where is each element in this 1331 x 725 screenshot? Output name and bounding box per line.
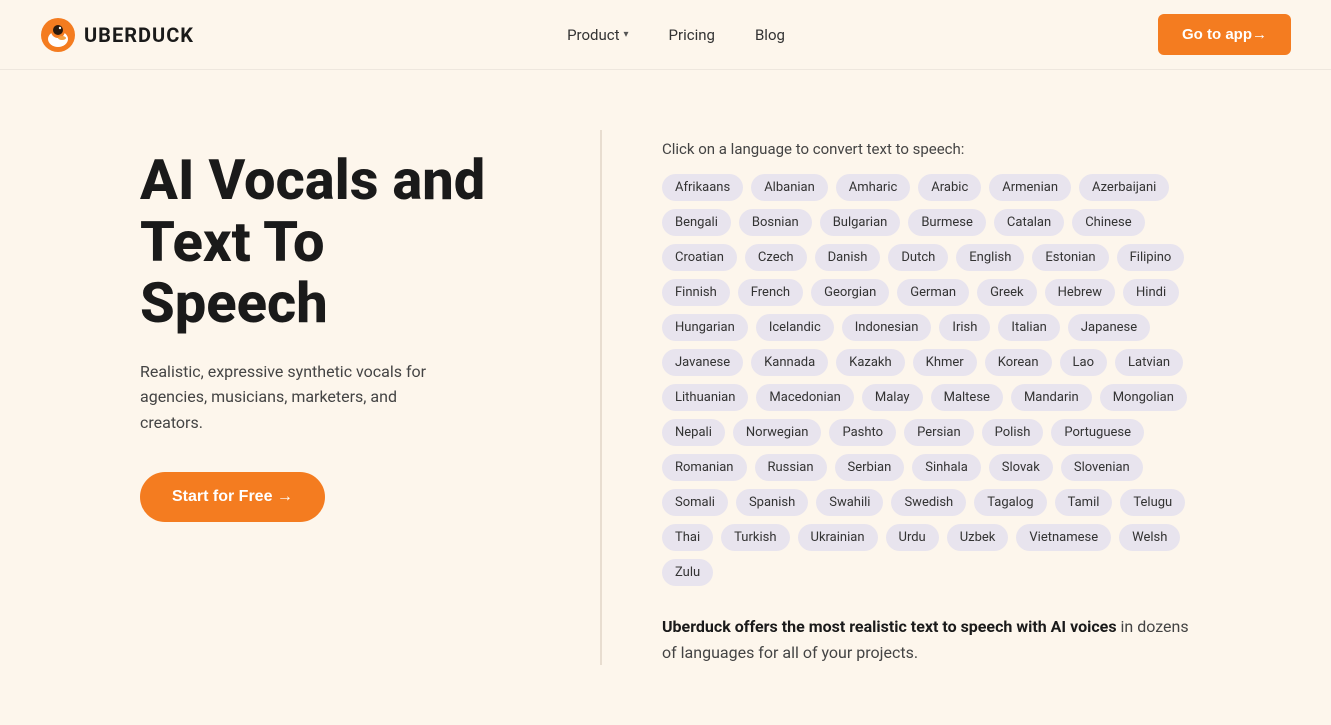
language-tag[interactable]: Italian	[998, 314, 1059, 341]
navbar: UBERDUCK Product ▾ Pricing Blog Go to ap…	[0, 0, 1331, 70]
language-tag[interactable]: Albanian	[751, 174, 828, 201]
language-tag[interactable]: Bulgarian	[820, 209, 901, 236]
language-tag[interactable]: Filipino	[1117, 244, 1185, 271]
hero-right: Click on a language to convert text to s…	[600, 130, 1191, 665]
language-tag[interactable]: Greek	[977, 279, 1037, 306]
language-tag[interactable]: Swahili	[816, 489, 883, 516]
language-tag[interactable]: Indonesian	[842, 314, 932, 341]
language-tag[interactable]: Japanese	[1068, 314, 1150, 341]
hero-title: AI Vocals and Text To Speech	[140, 150, 520, 335]
start-free-button[interactable]: Start for Free →	[140, 472, 325, 522]
language-tag[interactable]: Telugu	[1120, 489, 1185, 516]
language-tag[interactable]: Persian	[904, 419, 974, 446]
language-tag[interactable]: Khmer	[913, 349, 977, 376]
language-tag[interactable]: Bosnian	[739, 209, 812, 236]
language-tag[interactable]: Kannada	[751, 349, 828, 376]
language-tag[interactable]: Lao	[1060, 349, 1108, 376]
hero-section: AI Vocals and Text To Speech Realistic, …	[0, 70, 1331, 725]
language-tag[interactable]: Polish	[982, 419, 1044, 446]
language-tag[interactable]: Uzbek	[947, 524, 1009, 551]
nav-blog-link[interactable]: Blog	[755, 26, 785, 44]
language-tag[interactable]: Tagalog	[974, 489, 1046, 516]
language-tag[interactable]: Mandarin	[1011, 384, 1092, 411]
language-tag[interactable]: Romanian	[662, 454, 747, 481]
language-tag[interactable]: Nepali	[662, 419, 725, 446]
chevron-down-icon: ▾	[624, 29, 629, 40]
language-tag[interactable]: Arabic	[918, 174, 981, 201]
nav-product-link[interactable]: Product ▾	[567, 26, 628, 44]
language-tag[interactable]: Hungarian	[662, 314, 748, 341]
language-tag[interactable]: Estonian	[1032, 244, 1108, 271]
language-tag[interactable]: Chinese	[1072, 209, 1144, 236]
language-tag[interactable]: Burmese	[908, 209, 986, 236]
language-tag[interactable]: Slovak	[989, 454, 1053, 481]
language-tag[interactable]: Hebrew	[1045, 279, 1115, 306]
language-tag[interactable]: French	[738, 279, 803, 306]
language-tag[interactable]: Danish	[815, 244, 881, 271]
language-tag[interactable]: Maltese	[931, 384, 1003, 411]
nav-links: Product ▾ Pricing Blog	[567, 26, 785, 44]
language-tag[interactable]: Sinhala	[912, 454, 981, 481]
language-tag[interactable]: Thai	[662, 524, 713, 551]
language-tag[interactable]: Amharic	[836, 174, 910, 201]
language-tag[interactable]: Mongolian	[1100, 384, 1187, 411]
logo-text: UBERDUCK	[84, 23, 194, 47]
hero-subtitle: Realistic, expressive synthetic vocals f…	[140, 359, 460, 436]
language-tags-container: Afrikaans Albanian Amharic Arabic Armenian Az…	[662, 174, 1191, 586]
language-tag[interactable]: Bengali	[662, 209, 731, 236]
language-tag[interactable]: Armenian	[989, 174, 1071, 201]
language-tag[interactable]: Catalan	[994, 209, 1064, 236]
language-tag[interactable]: Finnish	[662, 279, 730, 306]
language-tag[interactable]: Pashto	[829, 419, 896, 446]
language-tag[interactable]: Malay	[862, 384, 923, 411]
language-tag[interactable]: Azerbaijani	[1079, 174, 1169, 201]
language-tag[interactable]: Icelandic	[756, 314, 834, 341]
language-tag[interactable]: Kazakh	[836, 349, 905, 376]
language-tag[interactable]: Hindi	[1123, 279, 1179, 306]
language-tag[interactable]: Norwegian	[733, 419, 822, 446]
language-tag[interactable]: Zulu	[662, 559, 713, 586]
hero-description: Uberduck offers the most realistic text …	[662, 614, 1191, 665]
language-tag[interactable]: English	[956, 244, 1024, 271]
logo-icon	[40, 17, 76, 53]
language-tag[interactable]: Georgian	[811, 279, 889, 306]
language-tag[interactable]: Slovenian	[1061, 454, 1143, 481]
language-tag[interactable]: Afrikaans	[662, 174, 743, 201]
language-tag[interactable]: Czech	[745, 244, 807, 271]
language-tag[interactable]: Somali	[662, 489, 728, 516]
language-tag[interactable]: Korean	[985, 349, 1052, 376]
language-tag[interactable]: Serbian	[835, 454, 905, 481]
language-tag[interactable]: Latvian	[1115, 349, 1183, 376]
language-tag[interactable]: Welsh	[1119, 524, 1180, 551]
language-tag[interactable]: Lithuanian	[662, 384, 748, 411]
language-tag[interactable]: Spanish	[736, 489, 808, 516]
logo-link[interactable]: UBERDUCK	[40, 17, 194, 53]
language-tag[interactable]: Tamil	[1055, 489, 1113, 516]
language-tag[interactable]: Ukrainian	[798, 524, 878, 551]
nav-cta-button[interactable]: Go to app→	[1158, 14, 1291, 55]
language-tag[interactable]: Macedonian	[756, 384, 853, 411]
language-tag[interactable]: German	[897, 279, 969, 306]
language-tag[interactable]: Irish	[939, 314, 990, 341]
language-tag[interactable]: Vietnamese	[1016, 524, 1111, 551]
language-tag[interactable]: Urdu	[886, 524, 939, 551]
lang-prompt: Click on a language to convert text to s…	[662, 140, 1191, 158]
language-tag[interactable]: Russian	[755, 454, 827, 481]
nav-pricing-link[interactable]: Pricing	[669, 26, 715, 44]
language-tag[interactable]: Turkish	[721, 524, 789, 551]
language-tag[interactable]: Dutch	[888, 244, 948, 271]
language-tag[interactable]: Portuguese	[1051, 419, 1144, 446]
language-tag[interactable]: Javanese	[662, 349, 743, 376]
language-tag[interactable]: Croatian	[662, 244, 737, 271]
hero-left: AI Vocals and Text To Speech Realistic, …	[140, 130, 520, 522]
language-tag[interactable]: Swedish	[891, 489, 966, 516]
